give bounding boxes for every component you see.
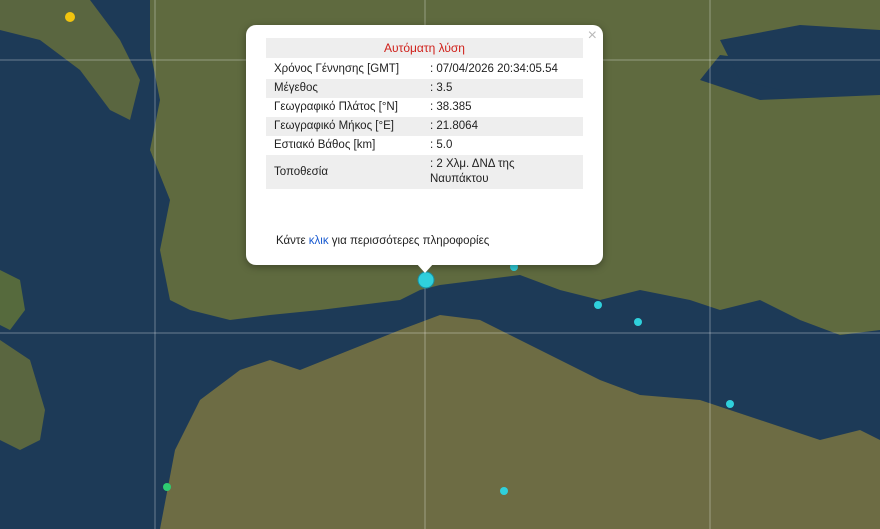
location-label: Τοποθεσία: [266, 155, 422, 189]
earthquake-marker[interactable]: [594, 301, 602, 309]
table-row: Μέγεθος : 3.5: [266, 79, 583, 98]
longitude-label: Γεωγραφικό Μήκος [°E]: [266, 117, 422, 136]
close-icon[interactable]: ×: [588, 28, 597, 44]
earthquake-info-popup: × Αυτόματη λύση Χρόνος Γέννησης [GMT] : …: [246, 25, 603, 265]
magnitude-label: Μέγεθος: [266, 79, 422, 98]
popup-pointer: [416, 263, 434, 273]
earthquake-marker[interactable]: [726, 400, 734, 408]
table-row: Γεωγραφικό Πλάτος [°N] : 38.385: [266, 98, 583, 117]
more-info-text: Κάντε κλικ για περισσότερες πληροφορίες: [276, 235, 489, 247]
info-table: Χρόνος Γέννησης [GMT] : 07/04/2026 20:34…: [266, 60, 583, 189]
more-suffix: για περισσότερες πληροφορίες: [328, 235, 490, 247]
table-row: Εστιακό Βάθος [km] : 5.0: [266, 136, 583, 155]
more-prefix: Κάντε: [276, 235, 309, 247]
table-row: Γεωγραφικό Μήκος [°E] : 21.8064: [266, 117, 583, 136]
earthquake-marker[interactable]: [634, 318, 642, 326]
earthquake-marker-yellow[interactable]: [65, 12, 75, 22]
origin-time-label: Χρόνος Γέννησης [GMT]: [274, 63, 400, 75]
earthquake-marker[interactable]: [500, 487, 508, 495]
popup-title: Αυτόματη λύση: [266, 38, 583, 58]
more-info-link[interactable]: κλικ: [309, 235, 329, 247]
depth-label: Εστιακό Βάθος [km]: [274, 139, 376, 151]
location-value: : 2 Χλμ. ΔΝΔ της Ναυπάκτου: [422, 155, 583, 189]
table-row: Τοποθεσία : 2 Χλμ. ΔΝΔ της Ναυπάκτου: [266, 155, 583, 189]
depth-value: : 5.0: [430, 139, 453, 151]
latitude-value: : 38.385: [430, 101, 472, 113]
longitude-value: : 21.8064: [422, 117, 583, 136]
magnitude-value: : 3.5: [422, 79, 583, 98]
earthquake-marker-selected[interactable]: [417, 271, 435, 289]
origin-time-value: : 07/04/2026 20:34:05.54: [430, 63, 558, 75]
latitude-label: Γεωγραφικό Πλάτος [°N]: [274, 101, 398, 113]
table-row: Χρόνος Γέννησης [GMT] : 07/04/2026 20:34…: [266, 60, 583, 79]
earthquake-marker-green[interactable]: [163, 483, 171, 491]
